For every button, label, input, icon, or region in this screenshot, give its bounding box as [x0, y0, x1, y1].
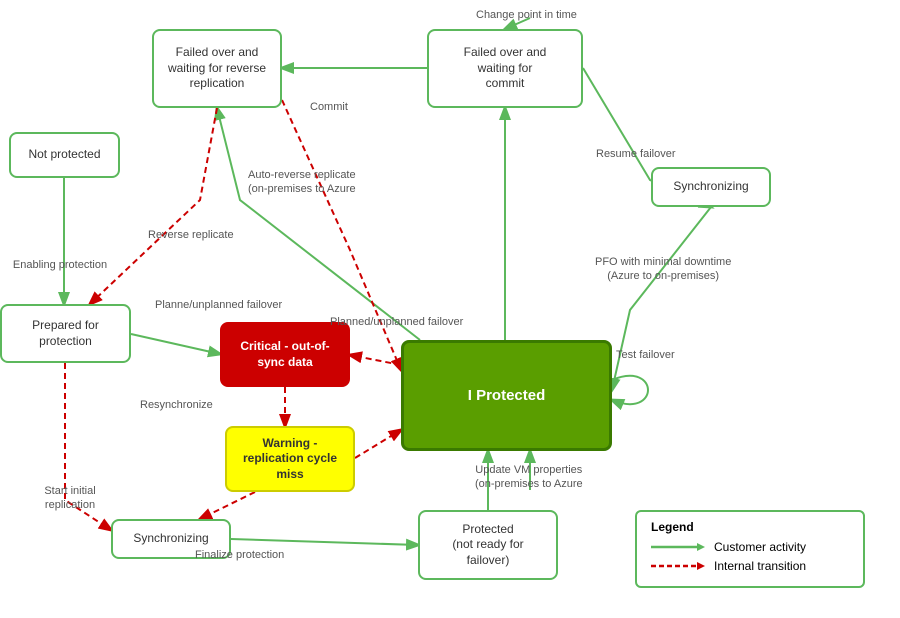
pfo-label: PFO with minimal downtime(Azure to on-pr… — [595, 255, 731, 284]
legend-box: Legend Customer activity Internal transi… — [635, 510, 865, 588]
reverse-replicate-label: Reverse replicate — [148, 228, 234, 242]
test-failover-label: Test failover — [616, 348, 675, 362]
legend-internal-row: Internal transition — [651, 559, 849, 573]
change-point-label: Change point in time — [476, 8, 577, 22]
failed-over-commit-node: Failed over andwaiting forcommit — [427, 29, 583, 108]
failed-over-reverse-label: Failed over andwaiting for reversereplic… — [168, 45, 266, 92]
warning-rep-label: Warning -replication cyclemiss — [243, 436, 337, 483]
legend-solid-arrow-icon — [651, 540, 706, 554]
synchronizing-bottom-label: Synchronizing — [133, 531, 208, 547]
planned-unplanned1-label: Planne/unplanned failover — [155, 298, 282, 312]
legend-dashed-arrow-icon — [651, 559, 706, 573]
resume-failover-label: Resume failover — [596, 147, 675, 161]
finalize-label: Finalize protection — [195, 548, 284, 562]
legend-customer-label: Customer activity — [714, 540, 806, 554]
failed-over-reverse-node: Failed over andwaiting for reversereplic… — [152, 29, 282, 108]
update-vm-label: Update VM properties(on-premises to Azur… — [475, 463, 583, 492]
diagram-container: Not protected Prepared forprotection Fai… — [0, 0, 900, 618]
not-protected-label: Not protected — [28, 147, 100, 163]
protected-main-label: I Protected — [468, 386, 546, 406]
start-initial-label: Start initial replication — [20, 484, 120, 513]
warning-rep-node: Warning -replication cyclemiss — [225, 426, 355, 492]
legend-internal-label: Internal transition — [714, 559, 806, 573]
planned-unplanned2-label: Planned/unplanned failover — [330, 315, 463, 329]
prepared-label: Prepared forprotection — [32, 318, 99, 349]
failed-over-commit-label: Failed over andwaiting forcommit — [464, 45, 547, 92]
synchronizing-top-node: Synchronizing — [651, 167, 771, 207]
protected-not-ready-node: Protected(not ready forfailover) — [418, 510, 558, 580]
critical-oos-node: Critical - out-of-sync data — [220, 322, 350, 387]
commit-label: Commit — [310, 100, 348, 114]
legend-customer-row: Customer activity — [651, 540, 849, 554]
auto-reverse-label: Auto-reverse replicate(on-premises to Az… — [248, 168, 356, 197]
enabling-protection-label: Enabling protection — [0, 258, 125, 272]
critical-oos-label: Critical - out-of-sync data — [240, 339, 329, 370]
protected-not-ready-label: Protected(not ready forfailover) — [452, 522, 523, 569]
protected-main-node: I Protected — [401, 340, 612, 451]
legend-title: Legend — [651, 520, 849, 534]
not-protected-node: Not protected — [9, 132, 120, 178]
synchronizing-top-label: Synchronizing — [673, 179, 748, 195]
resynchronize-label: Resynchronize — [140, 398, 213, 412]
prepared-for-protection-node: Prepared forprotection — [0, 304, 131, 363]
